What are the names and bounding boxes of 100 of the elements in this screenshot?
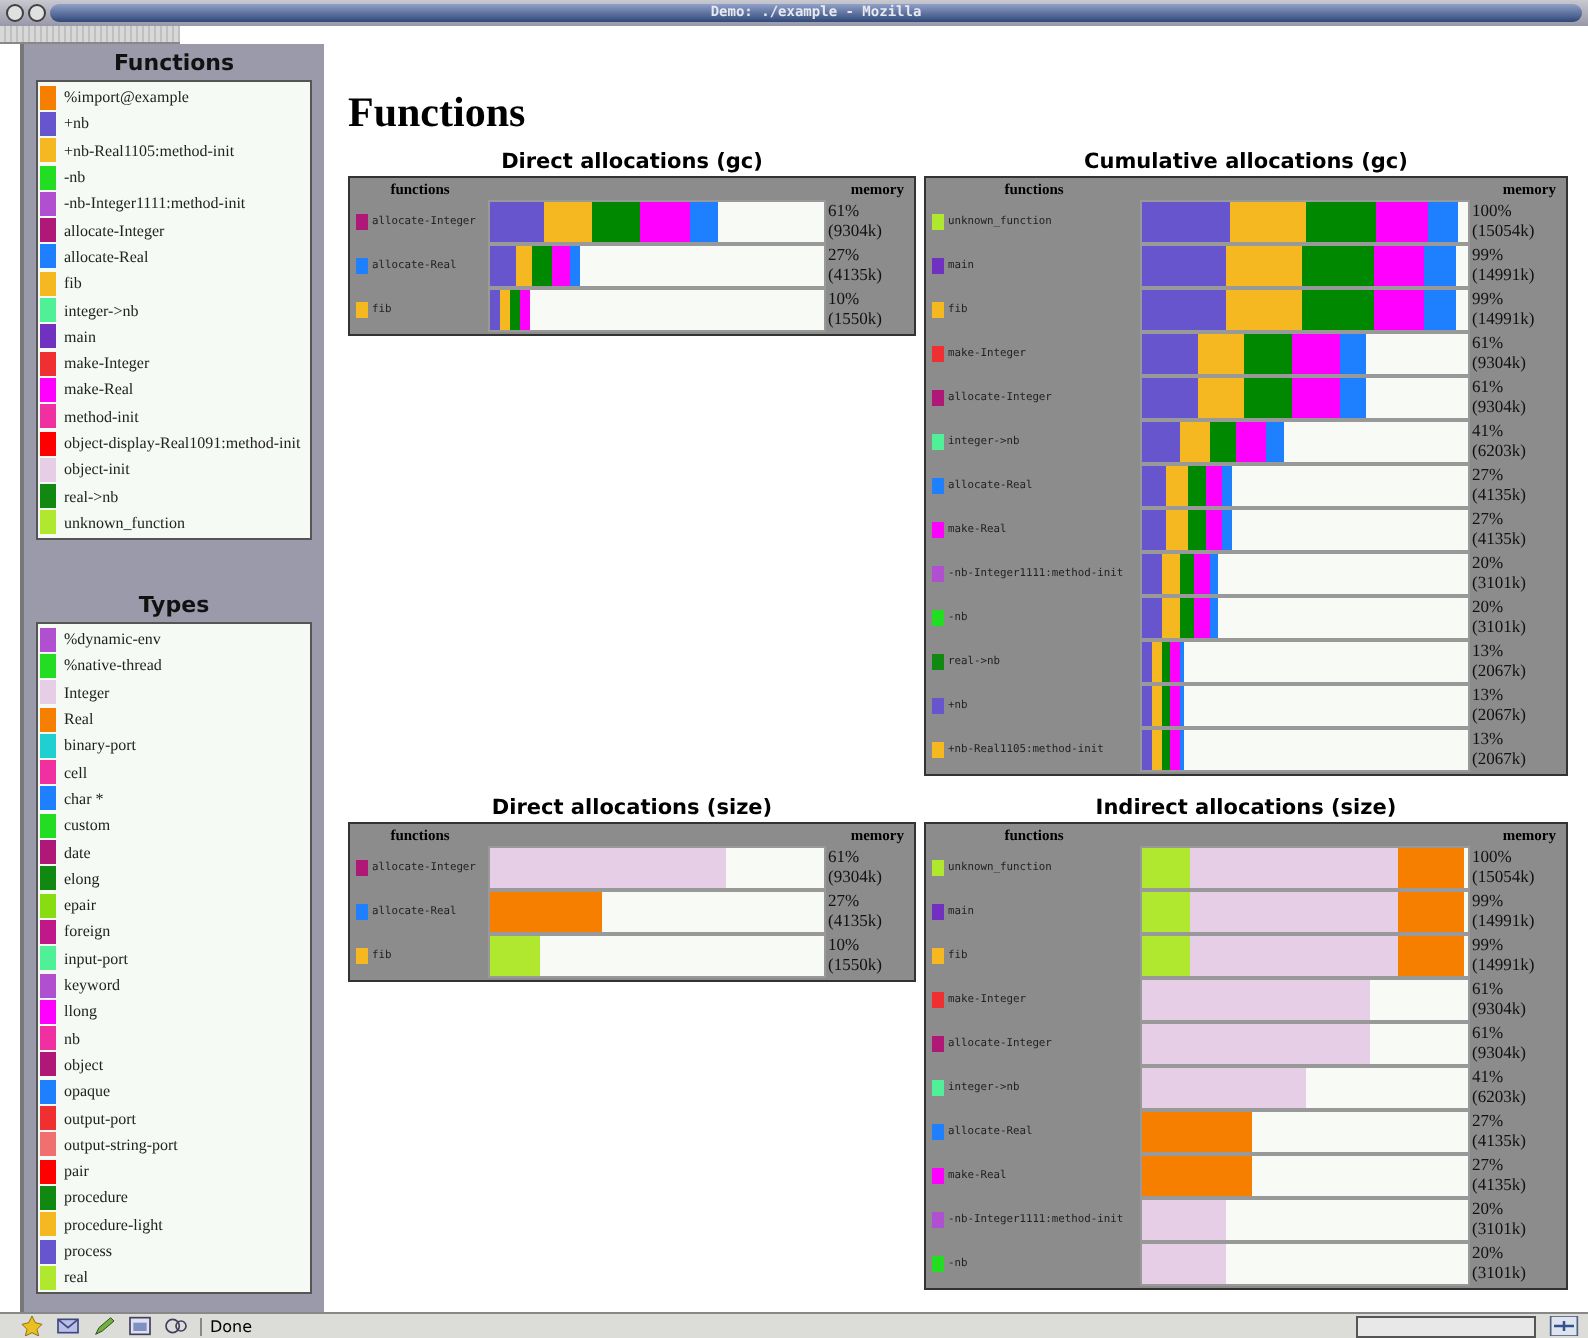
memory-amount: (4135k) — [1472, 1174, 1528, 1194]
chart-title: Cumulative allocations (gc) — [1082, 150, 1410, 174]
legend-label[interactable]: procedure — [64, 1188, 128, 1207]
legend-label[interactable]: object-init — [64, 460, 130, 479]
legend-label[interactable]: make-Integer — [64, 354, 150, 373]
memory-amount: (6203k) — [1472, 440, 1528, 460]
legend-label[interactable]: fib — [64, 274, 82, 293]
memory-amount: (3101k) — [1472, 1218, 1528, 1238]
minimize-button[interactable] — [28, 4, 46, 22]
legend-label[interactable]: opaque — [64, 1082, 111, 1101]
memory-amount: (4135k) — [828, 264, 884, 284]
memory-amount: (14991k) — [1472, 308, 1537, 328]
memory-amount: (3101k) — [1472, 572, 1528, 592]
legend-label[interactable]: Real — [64, 710, 94, 729]
memory-percent: 61% — [1472, 376, 1506, 396]
legend-label[interactable]: %import@example — [64, 88, 189, 107]
legend-label[interactable]: llong — [64, 1002, 97, 1021]
star-icon[interactable] — [20, 1316, 44, 1336]
memory-amount: (9304k) — [1472, 998, 1528, 1018]
legend-label[interactable]: date — [64, 843, 91, 862]
memory-amount: (2067k) — [1472, 704, 1528, 724]
legend-label[interactable]: main — [64, 327, 96, 346]
legend-label[interactable]: allocate-Integer — [64, 221, 165, 240]
legend-label[interactable]: procedure-light — [64, 1215, 163, 1234]
window-icon[interactable] — [128, 1316, 152, 1336]
legend-label[interactable]: +nb-Real1105:method-init — [64, 141, 235, 160]
memory-percent: 61% — [828, 846, 862, 866]
legend-label[interactable]: output-string-port — [64, 1135, 178, 1154]
memory-percent: 99% — [1472, 934, 1506, 954]
memory-percent: 61% — [1472, 332, 1506, 352]
legend-label[interactable]: cell — [64, 763, 88, 782]
legend-label[interactable]: -nb — [64, 168, 86, 187]
legend-label[interactable]: nb — [64, 1029, 80, 1048]
legend-label[interactable]: method-init — [64, 407, 139, 426]
legend-label[interactable]: custom — [64, 816, 111, 835]
legend-label[interactable]: process — [64, 1242, 112, 1261]
memory-percent: 13% — [1472, 640, 1506, 660]
memory-amount: (9304k) — [1472, 396, 1528, 416]
memory-percent: 61% — [1472, 1022, 1506, 1042]
memory-amount: (4135k) — [1472, 484, 1528, 504]
memory-percent: 20% — [1472, 596, 1506, 616]
legend-label[interactable]: -nb-Integer1111:method-init — [64, 194, 246, 213]
memory-percent: 100% — [1472, 200, 1514, 220]
legend-label[interactable]: pair — [64, 1162, 89, 1181]
memory-percent: 27% — [1472, 1110, 1506, 1130]
memory-percent: 27% — [828, 890, 862, 910]
memory-percent: 99% — [1472, 890, 1506, 910]
memory-amount: (6203k) — [1472, 1086, 1528, 1106]
legend-label[interactable]: object — [64, 1055, 104, 1074]
memory-percent: 13% — [1472, 728, 1506, 748]
legend-label[interactable]: real — [64, 1268, 88, 1287]
memory-percent: 99% — [1472, 288, 1506, 308]
legend-label[interactable]: foreign — [64, 922, 111, 941]
memory-amount: (3101k) — [1472, 1262, 1528, 1282]
legend-label[interactable]: input-port — [64, 949, 128, 968]
memory-amount: (14991k) — [1472, 954, 1537, 974]
chart-title: Direct allocations (size) — [489, 796, 775, 820]
legend-label[interactable]: unknown_function — [64, 513, 185, 532]
legend-label[interactable]: real->nb — [64, 487, 119, 506]
legend-label[interactable]: integer->nb — [64, 301, 139, 320]
mail-icon[interactable] — [56, 1316, 80, 1336]
memory-amount: (1550k) — [828, 308, 884, 328]
legend-label[interactable]: allocate-Real — [64, 247, 149, 266]
page-heading: Functions — [348, 88, 528, 138]
legend-label[interactable]: make-Real — [64, 380, 134, 399]
memory-amount: (9304k) — [828, 866, 884, 886]
memory-amount: (1550k) — [828, 954, 884, 974]
legend-label[interactable]: %native-thread — [64, 656, 162, 675]
memory-amount: (14991k) — [1472, 910, 1537, 930]
legend-label[interactable]: +nb — [64, 114, 90, 133]
memory-percent: 27% — [828, 244, 862, 264]
memory-amount: (2067k) — [1472, 660, 1528, 680]
legend-label[interactable]: elong — [64, 869, 100, 888]
memory-percent: 10% — [828, 934, 862, 954]
memory-amount: (4135k) — [1472, 1130, 1528, 1150]
memory-percent: 41% — [1472, 1066, 1506, 1086]
memory-percent: 61% — [1472, 978, 1506, 998]
legend-label[interactable]: object-display-Real1091:method-init — [64, 434, 301, 452]
memory-percent: 41% — [1472, 420, 1506, 440]
chart-title: Direct allocations (gc) — [499, 150, 765, 174]
memory-amount: (9304k) — [1472, 1042, 1528, 1062]
memory-percent: 10% — [828, 288, 862, 308]
legend-label[interactable]: output-port — [64, 1109, 136, 1128]
pen-icon[interactable] — [92, 1316, 116, 1336]
memory-amount: (9304k) — [1472, 352, 1528, 372]
memory-amount: (15054k) — [1472, 220, 1537, 240]
memory-amount: (4135k) — [828, 910, 884, 930]
legend-label[interactable]: keyword — [64, 976, 120, 995]
legend-label[interactable]: char * — [64, 789, 104, 808]
memory-percent: 13% — [1472, 684, 1506, 704]
chart-title: Indirect allocations (size) — [1093, 796, 1399, 820]
memory-amount: (3101k) — [1472, 616, 1528, 636]
legend-label[interactable]: %dynamic-env — [64, 630, 161, 649]
memory-percent: 27% — [1472, 464, 1506, 484]
close-button[interactable] — [6, 4, 24, 22]
legend-label[interactable]: Integer — [64, 683, 110, 702]
legend-label[interactable]: epair — [64, 896, 96, 915]
legend-label[interactable]: binary-port — [64, 736, 136, 755]
memory-amount: (9304k) — [828, 220, 884, 240]
memory-percent: 27% — [1472, 508, 1506, 528]
